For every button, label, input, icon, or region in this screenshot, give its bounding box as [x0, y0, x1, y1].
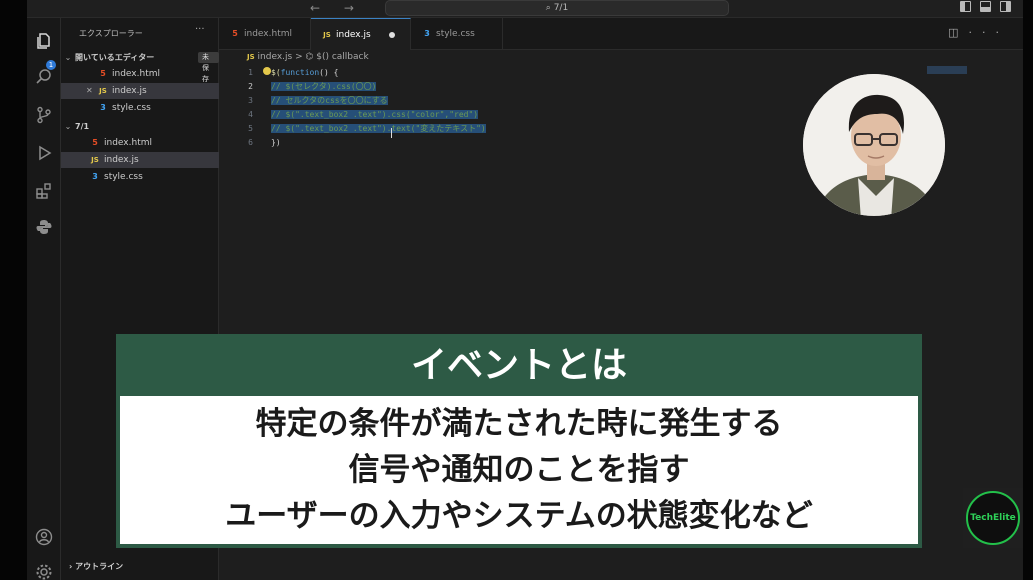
explorer-title: エクスプローラー	[79, 29, 143, 38]
html-file-icon: 5	[232, 29, 238, 38]
settings-gear-icon[interactable]	[35, 563, 53, 580]
explorer-icon[interactable]	[35, 32, 53, 50]
outline-section[interactable]: › アウトライン	[69, 561, 123, 572]
code-line: $(function() {	[271, 68, 339, 77]
code-line: // $(セレクタ).css(〇〇)	[271, 82, 377, 91]
line-number: 4	[248, 110, 253, 119]
caption-box: イベントとは 特定の条件が満たされた時に発生する 信号や通知のことを指す ユーザ…	[116, 334, 922, 548]
js-file-icon: JS	[323, 31, 331, 39]
more-actions-icon[interactable]: ···	[195, 24, 205, 35]
tab-index-js[interactable]: JS index.js	[311, 18, 411, 50]
line-number: 6	[248, 138, 253, 147]
title-bar: ← → ⌕ 7/1	[27, 0, 1023, 18]
css-file-icon: 3	[424, 29, 430, 38]
js-file-icon: JS	[99, 87, 107, 95]
source-control-icon[interactable]	[35, 106, 53, 124]
open-editors-header[interactable]: ⌄開いているエディター 未保存 (1)	[61, 51, 219, 94]
nav-arrows[interactable]: ← →	[310, 1, 364, 15]
more-actions-icon[interactable]: ···	[969, 26, 1010, 39]
account-icon[interactable]	[35, 528, 53, 546]
letterbox-left	[0, 0, 27, 580]
line-number-gutter: 1 2 3 4 5 6	[219, 66, 253, 150]
close-icon[interactable]: ✕	[86, 83, 94, 99]
file-tree-item[interactable]: 3 style.css	[61, 169, 219, 185]
file-tree-item[interactable]: JS index.js	[61, 152, 219, 168]
caption-line: 特定の条件が満たされた時に発生する	[255, 406, 783, 442]
caption-body: 特定の条件が満たされた時に発生する 信号や通知のことを指す ユーザーの入力やシス…	[120, 396, 918, 544]
extensions-icon[interactable]	[35, 182, 53, 200]
toggle-secondary-sidebar-icon[interactable]	[1000, 1, 1011, 12]
html-file-icon: 5	[100, 69, 106, 78]
css-file-icon: 3	[100, 103, 106, 112]
layout-buttons	[960, 1, 1011, 12]
editor-tabs: 5 index.html JS index.js 3 style.css ◫···	[219, 18, 1023, 50]
unsaved-dot-icon[interactable]	[388, 31, 395, 38]
chevron-down-icon: ⌄	[64, 122, 72, 131]
open-editor-item[interactable]: 3 style.css	[61, 100, 219, 116]
folder-header[interactable]: ⌄ 7/1	[61, 120, 219, 134]
logo-text: TechElite	[966, 491, 1020, 545]
open-editor-item[interactable]: 5 index.html	[61, 66, 219, 82]
code-line: })	[271, 138, 281, 147]
command-center-search[interactable]: ⌕ 7/1	[385, 0, 729, 16]
caption-line: 信号や通知のことを指す	[348, 452, 690, 488]
presenter-webcam	[801, 72, 947, 218]
line-number: 2	[248, 82, 253, 91]
breadcrumb[interactable]: JS index.js > ⌬ $() callback	[247, 52, 369, 62]
js-file-icon: JS	[247, 53, 255, 61]
line-number: 3	[248, 96, 253, 105]
python-icon[interactable]	[35, 218, 53, 236]
letterbox-right	[1023, 0, 1033, 580]
js-file-icon: JS	[91, 156, 99, 164]
code-lines: $(function() { // $(セレクタ).css(〇〇) // セルク…	[271, 66, 486, 150]
line-number: 5	[248, 124, 253, 133]
unsaved-badge: 未保存 (1)	[198, 52, 219, 94]
css-file-icon: 3	[92, 172, 98, 181]
html-file-icon: 5	[92, 138, 98, 147]
file-tree-item[interactable]: 5 index.html	[61, 135, 219, 151]
text-cursor	[391, 128, 392, 138]
techelite-logo: TechElite	[963, 488, 1023, 548]
tab-style-css[interactable]: 3 style.css	[411, 18, 503, 50]
line-number: 1	[248, 68, 253, 77]
editor-actions: ◫···	[948, 26, 1009, 39]
toggle-panel-icon[interactable]	[980, 1, 991, 12]
code-line: // セルクタのcssを〇〇にする	[271, 96, 388, 105]
caption-title: イベントとは	[410, 345, 627, 386]
toggle-primary-sidebar-icon[interactable]	[960, 1, 971, 12]
search-icon[interactable]	[35, 68, 53, 86]
open-editor-item[interactable]: ✕ JS index.js	[61, 83, 219, 99]
code-line: // $(".text_box2 .text").text("変えたテキスト")	[271, 124, 486, 133]
tab-index-html[interactable]: 5 index.html	[219, 18, 311, 50]
activity-bar: 1	[27, 18, 61, 580]
minimap[interactable]	[927, 66, 967, 74]
run-debug-icon[interactable]	[35, 144, 53, 162]
lightbulb-icon[interactable]	[263, 67, 271, 75]
code-line: // $(".text_box2 .text").css("color","re…	[271, 110, 479, 119]
chevron-down-icon: ⌄	[64, 53, 72, 62]
caption-line: ユーザーの入力やシステムの状態変化など	[225, 498, 813, 534]
split-editor-icon[interactable]: ◫	[948, 26, 968, 39]
